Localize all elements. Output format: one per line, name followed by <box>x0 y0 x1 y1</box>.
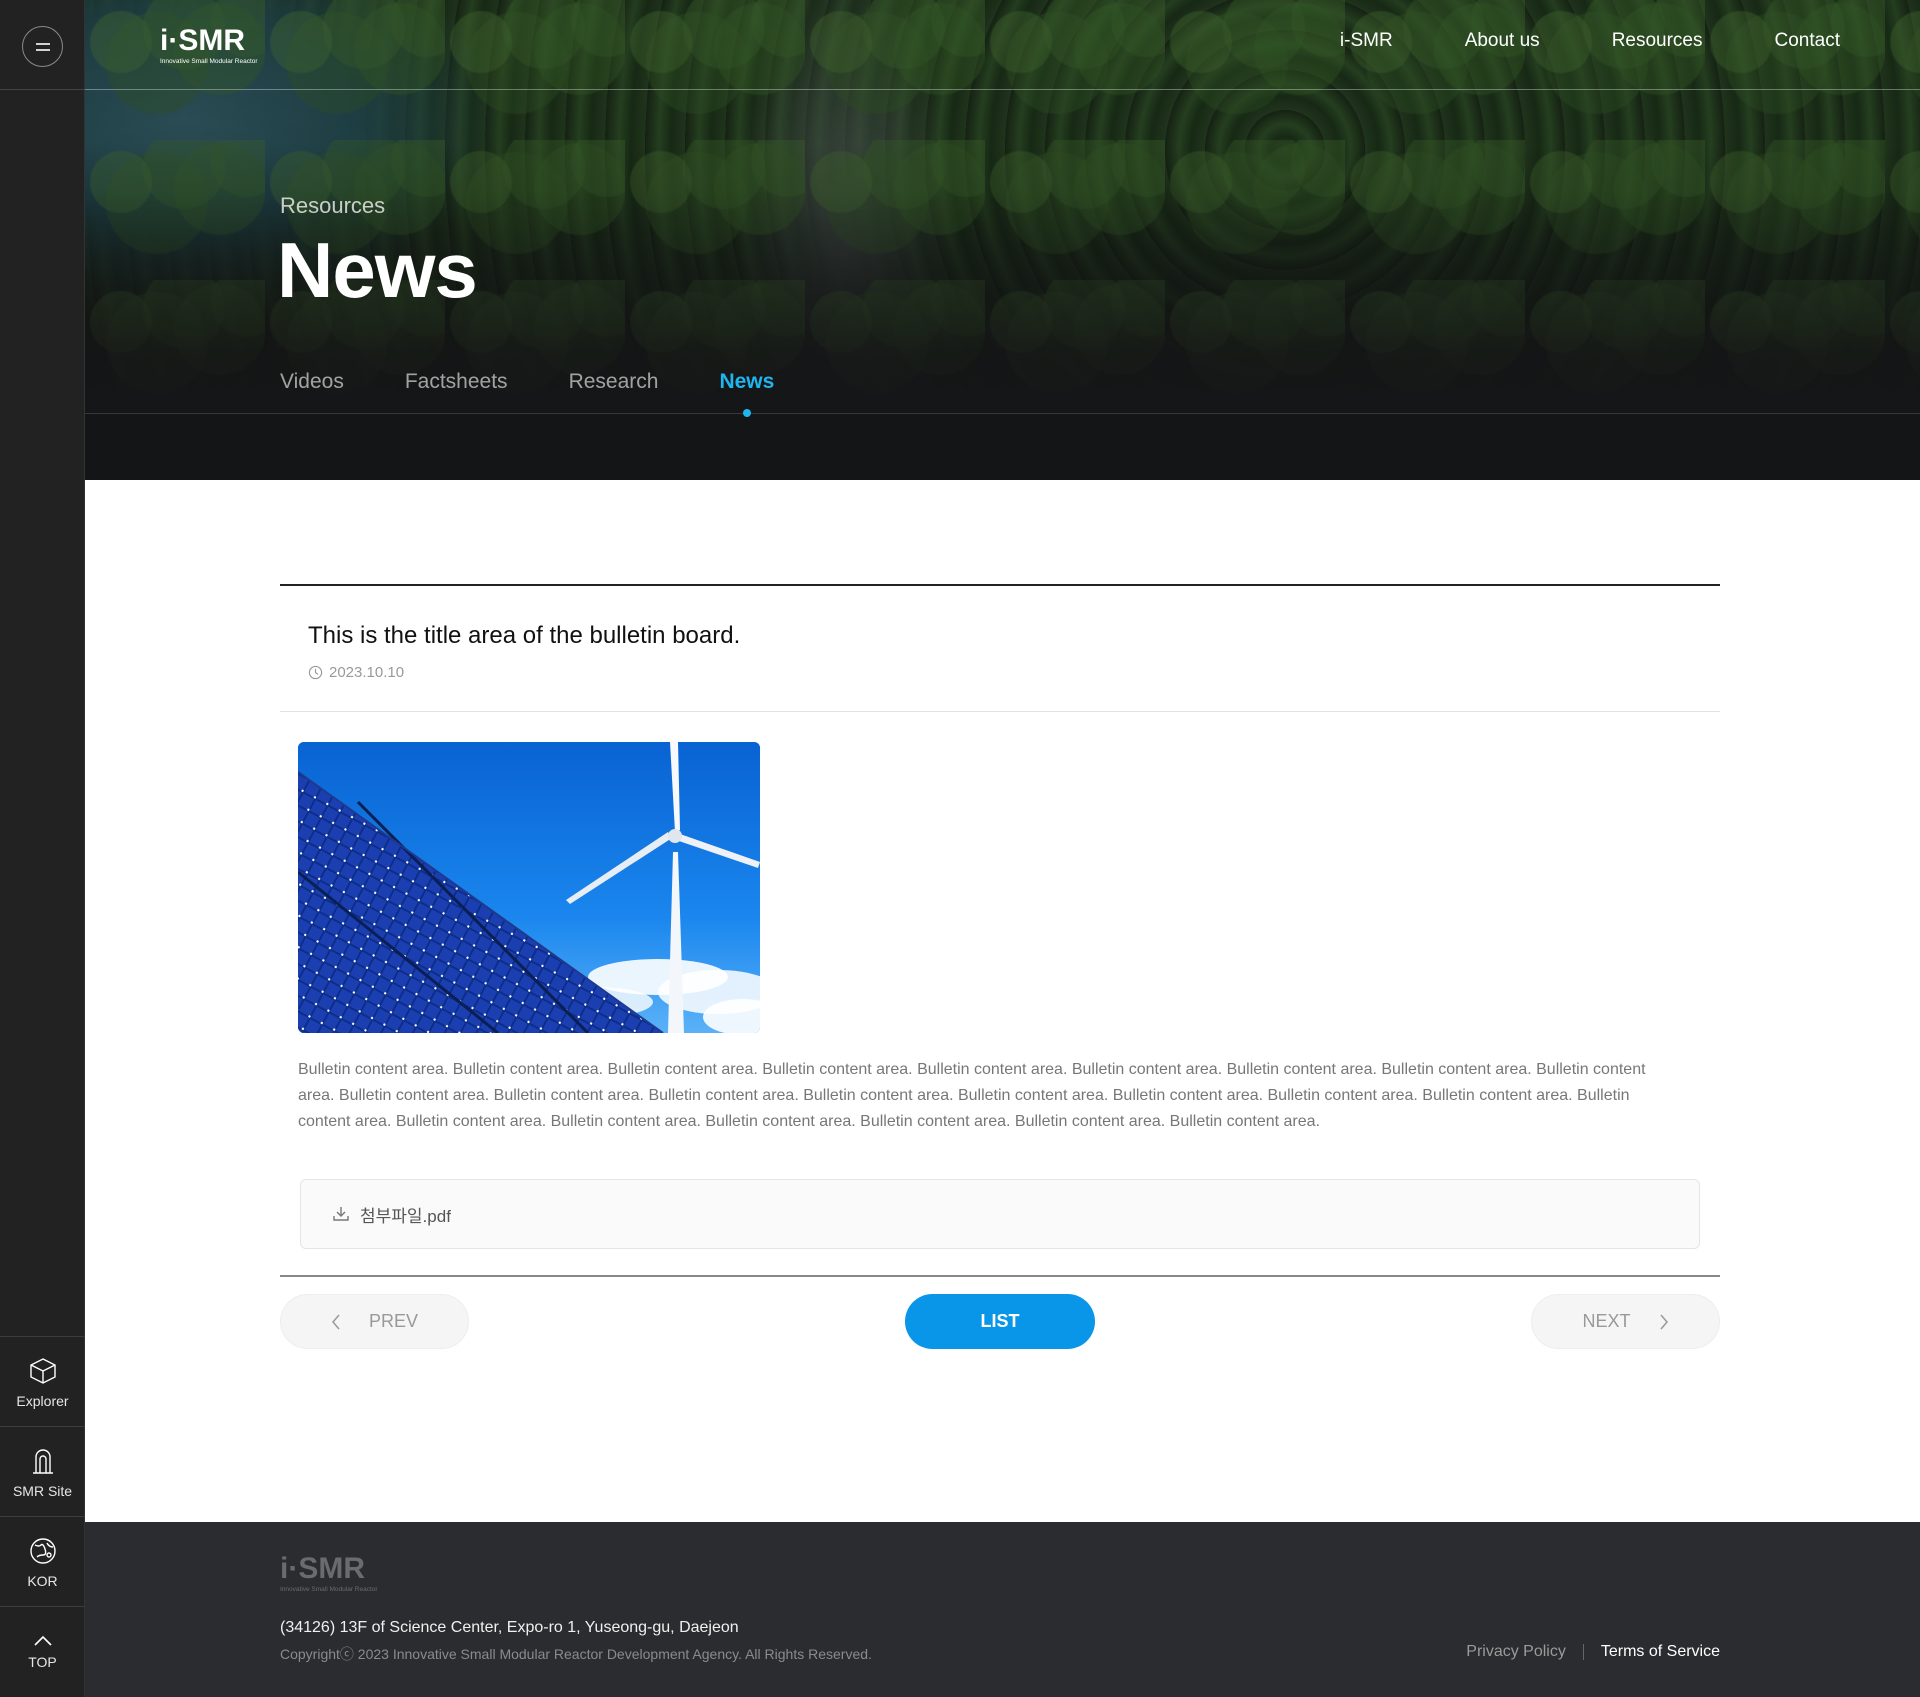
post-title: This is the title area of the bulletin b… <box>308 622 741 649</box>
nav-item-ismr[interactable]: i-SMR <box>1340 30 1393 52</box>
footer-logo-wordmark: i·SMR <box>280 1552 365 1585</box>
sidebar-tools: Explorer SMR Site KOR TOP <box>0 1336 85 1696</box>
solar-wind-illustration <box>298 742 760 1033</box>
sidebar-tool-label: Explorer <box>16 1392 69 1409</box>
sidebar-divider <box>0 89 85 90</box>
footer-copyright: Copyrightⓒ 2023 Innovative Small Modular… <box>280 1646 872 1662</box>
resource-tabs: Videos Factsheets Research News <box>280 370 774 417</box>
post-content: Bulletin content area. Bulletin content … <box>298 1061 1646 1130</box>
privacy-policy-link[interactable]: Privacy Policy <box>1466 1643 1566 1661</box>
left-sidebar: Explorer SMR Site KOR TOP <box>0 0 85 1697</box>
board-bottom-divider <box>280 1275 1720 1277</box>
post-date-value: 2023.10.10 <box>329 664 405 681</box>
next-label: NEXT <box>1582 1311 1631 1331</box>
sidebar-tool-label: SMR Site <box>12 1482 73 1499</box>
header-divider <box>85 89 1920 90</box>
post-date: 2023.10.10 <box>308 664 1692 681</box>
nav-item-about[interactable]: About us <box>1465 30 1540 52</box>
post-body: Bulletin content area. Bulletin content … <box>280 712 1720 1135</box>
sidebar-tool-smr-site[interactable]: SMR Site <box>0 1426 85 1516</box>
section-label: Resources <box>280 193 386 218</box>
footer-logo: i·SMR Innovative Small Modular Reactor <box>280 1552 378 1593</box>
footer-link-separator <box>1582 1644 1584 1660</box>
footer-logo-tagline: Innovative Small Modular Reactor <box>280 1586 378 1593</box>
chevron-up-icon <box>33 1635 52 1646</box>
cube-icon <box>29 1357 56 1384</box>
logo-tagline: Innovative Small Modular Reactor <box>160 58 258 65</box>
globe-icon <box>29 1537 56 1564</box>
post-pagination: PREV LIST NEXT <box>280 1294 1720 1374</box>
hero-banner: i·SMR Innovative Small Modular Reactor i… <box>85 0 1920 480</box>
list-button[interactable]: LIST <box>905 1294 1095 1349</box>
clock-icon <box>308 665 323 680</box>
attachment-filename: 첨부파일.pdf <box>360 1206 451 1226</box>
sidebar-tool-top[interactable]: TOP <box>0 1606 85 1696</box>
prev-label: PREV <box>368 1311 419 1331</box>
site-footer: i·SMR Innovative Small Modular Reactor (… <box>85 1522 1920 1697</box>
reactor-icon <box>32 1448 53 1474</box>
hamburger-icon <box>35 42 50 51</box>
list-label: LIST <box>980 1311 1020 1331</box>
tab-research[interactable]: Research <box>569 370 659 394</box>
sidebar-tool-label: KOR <box>27 1572 58 1589</box>
tab-videos[interactable]: Videos <box>280 370 344 394</box>
terms-of-service-link[interactable]: Terms of Service <box>1601 1643 1720 1661</box>
menu-button[interactable] <box>22 26 63 67</box>
tab-news[interactable]: News <box>719 370 774 417</box>
sidebar-tool-explorer[interactable]: Explorer <box>0 1336 85 1426</box>
chevron-right-icon <box>1659 1314 1668 1329</box>
nav-item-contact[interactable]: Contact <box>1775 30 1840 52</box>
post-image <box>298 742 760 1033</box>
next-button[interactable]: NEXT <box>1531 1294 1720 1349</box>
post-header: This is the title area of the bulletin b… <box>280 586 1720 712</box>
bulletin-board: This is the title area of the bulletin b… <box>280 584 1720 1374</box>
sidebar-tool-language[interactable]: KOR <box>0 1516 85 1606</box>
footer-address: (34126) 13F of Science Center, Expo-ro 1… <box>280 1619 739 1636</box>
page-title: News <box>277 226 478 314</box>
sidebar-tool-label: TOP <box>28 1653 57 1670</box>
top-navigation: i-SMR About us Resources Contact <box>1340 30 1840 52</box>
hero-tab-bar <box>85 413 1920 480</box>
tab-factsheets[interactable]: Factsheets <box>405 370 508 394</box>
nav-item-resources[interactable]: Resources <box>1612 30 1703 52</box>
attachment-link[interactable]: 첨부파일.pdf <box>300 1179 1700 1249</box>
chevron-left-icon <box>331 1314 340 1329</box>
footer-links: Privacy Policy Terms of Service <box>1466 1643 1720 1661</box>
download-icon <box>333 1207 349 1221</box>
site-logo[interactable]: i·SMR Innovative Small Modular Reactor <box>158 22 288 70</box>
tabs-divider <box>85 413 1920 414</box>
logo-wordmark: i·SMR <box>160 24 245 57</box>
prev-button[interactable]: PREV <box>280 1294 469 1349</box>
